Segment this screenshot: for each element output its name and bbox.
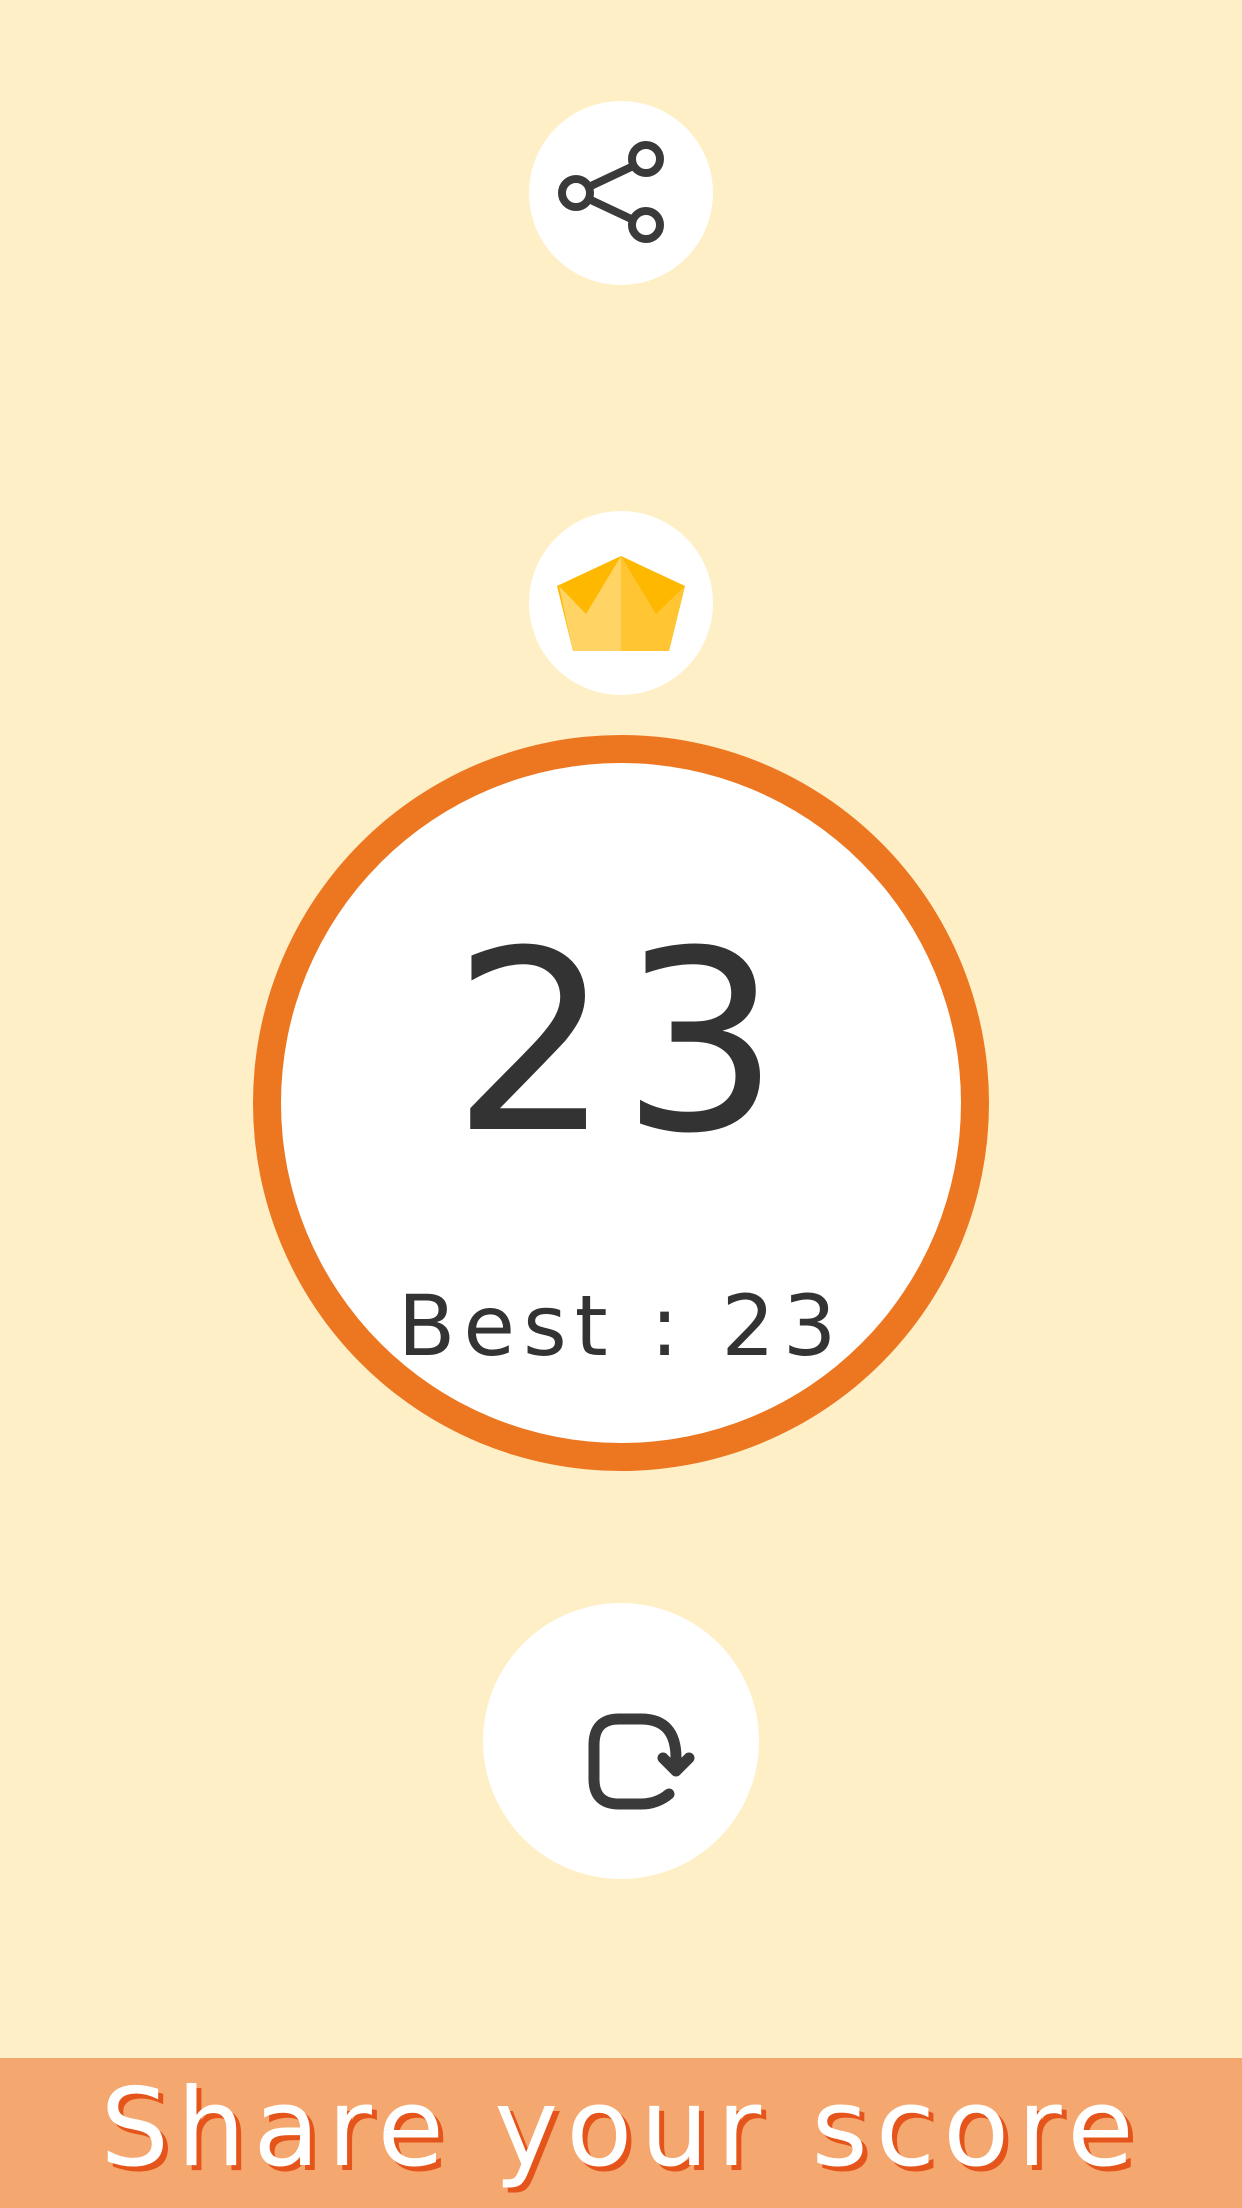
current-score: 23 [451,897,791,1188]
best-score: Best : 23 [397,1277,845,1375]
share-button[interactable] [529,101,713,285]
crown-icon [557,556,685,651]
leaderboard-button[interactable] [529,511,713,695]
share-score-banner[interactable]: Share your score [0,2058,1242,2208]
share-score-label: Share your score [100,2066,1142,2191]
replay-icon [588,1713,695,1810]
share-icon [558,141,664,243]
score-panel: 23 Best : 23 [281,763,961,1443]
score-ring: 23 Best : 23 [253,735,989,1471]
replay-button[interactable] [483,1603,759,1879]
